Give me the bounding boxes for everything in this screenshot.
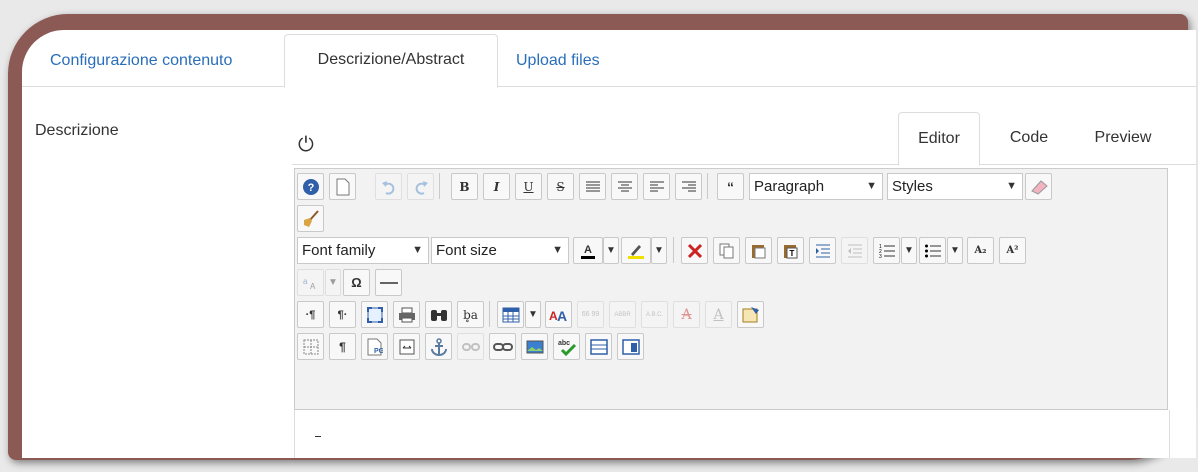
toolbar-separator xyxy=(673,237,674,263)
help-icon[interactable]: ? xyxy=(297,173,324,200)
align-right-icon[interactable] xyxy=(675,173,702,200)
table-dropdown[interactable]: ▼ xyxy=(525,301,541,328)
styles-select[interactable]: Styles ▼ xyxy=(887,173,1023,200)
strikethrough-button[interactable]: S xyxy=(547,173,574,200)
superscript-button[interactable]: A² xyxy=(999,237,1026,264)
svg-text:abc: abc xyxy=(558,340,570,347)
text-caret xyxy=(315,436,321,437)
print-icon[interactable] xyxy=(393,301,420,328)
indent-icon[interactable] xyxy=(809,237,836,264)
numbered-list-icon[interactable]: 123 xyxy=(873,237,900,264)
svg-text:A: A xyxy=(584,244,592,256)
replace-button[interactable]: b̥a xyxy=(457,301,484,328)
editor-content-area[interactable] xyxy=(294,410,1170,458)
bullet-list-dropdown[interactable]: ▼ xyxy=(947,237,963,264)
font-family-select[interactable]: Font family ▼ xyxy=(297,237,429,264)
toolbar-separator xyxy=(707,173,708,199)
field-label-descrizione: Descrizione xyxy=(35,122,119,139)
format-select[interactable]: Paragraph ▼ xyxy=(749,173,883,200)
font-size-select[interactable]: Font size ▼ xyxy=(431,237,569,264)
layout-icon[interactable] xyxy=(585,333,612,360)
bold-button[interactable]: B xyxy=(451,173,478,200)
toolbar-separator xyxy=(489,301,490,327)
character-map-icon[interactable]: aA xyxy=(297,269,324,296)
editor-toolbar: ? B I U S “ Paragraph ▼ Styles ▼ Font fami… xyxy=(294,168,1168,410)
numbered-list-dropdown[interactable]: ▼ xyxy=(901,237,917,264)
text-color-icon[interactable]: A xyxy=(573,237,603,264)
svg-text:PG: PG xyxy=(374,348,383,355)
tab-configurazione[interactable]: Configurazione contenuto xyxy=(50,36,232,86)
rtl-icon[interactable]: ¶· xyxy=(329,301,356,328)
paste-text-icon[interactable]: T xyxy=(777,237,804,264)
abbr-button[interactable]: ABBR xyxy=(609,301,636,328)
align-left-icon[interactable] xyxy=(643,173,670,200)
ltr-icon[interactable]: ·¶ xyxy=(297,301,324,328)
eraser-icon[interactable] xyxy=(1025,173,1052,200)
tab-bar: Configurazione contenuto Descrizione/Abs… xyxy=(22,30,1196,88)
svg-text:?: ? xyxy=(307,182,314,194)
search-icon[interactable] xyxy=(425,301,452,328)
fullscreen-icon[interactable] xyxy=(361,301,388,328)
ins-button[interactable]: A xyxy=(705,301,732,328)
power-icon[interactable]: ⏻ xyxy=(298,134,314,157)
redo-icon[interactable] xyxy=(407,173,434,200)
acronym-button[interactable]: A.B.C. xyxy=(641,301,668,328)
svg-text:A: A xyxy=(557,308,567,323)
align-center-icon[interactable] xyxy=(611,173,638,200)
del-button[interactable]: A xyxy=(673,301,700,328)
outdent-icon[interactable] xyxy=(841,237,868,264)
italic-button[interactable]: I xyxy=(483,173,510,200)
subscript-button[interactable]: A₂ xyxy=(967,237,994,264)
svg-text:T: T xyxy=(789,249,794,258)
new-document-icon[interactable] xyxy=(329,173,356,200)
unlink-icon[interactable] xyxy=(457,333,484,360)
preview-icon[interactable] xyxy=(617,333,644,360)
link-icon[interactable] xyxy=(489,333,516,360)
style-props-icon[interactable]: AA xyxy=(545,301,572,328)
cut-icon[interactable] xyxy=(681,237,708,264)
attributes-icon[interactable] xyxy=(737,301,764,328)
blockquote-button[interactable]: “ xyxy=(717,173,744,200)
content-panel: Configurazione contenuto Descrizione/Abs… xyxy=(22,30,1196,458)
spellcheck-icon[interactable]: abc xyxy=(553,333,580,360)
broom-icon[interactable] xyxy=(297,205,324,232)
anchor-icon[interactable] xyxy=(425,333,452,360)
image-icon[interactable] xyxy=(521,333,548,360)
editor-mode-tabs: Editor Code Preview xyxy=(292,112,1196,166)
bullet-list-icon[interactable] xyxy=(919,237,946,264)
tab-preview[interactable]: Preview xyxy=(1078,112,1168,164)
show-blocks-button[interactable]: ¶ xyxy=(329,333,356,360)
svg-text:A: A xyxy=(310,282,316,290)
tab-editor[interactable]: Editor xyxy=(898,112,980,166)
special-characters-button[interactable]: Ω xyxy=(343,269,370,296)
highlight-color-dropdown[interactable]: ▼ xyxy=(651,237,667,264)
tab-code[interactable]: Code xyxy=(992,112,1066,164)
align-justify-icon[interactable] xyxy=(579,173,606,200)
template-icon[interactable]: PG xyxy=(361,333,388,360)
paste-icon[interactable] xyxy=(745,237,772,264)
svg-text:3: 3 xyxy=(879,254,882,258)
horizontal-rule-icon[interactable] xyxy=(375,269,402,296)
underline-button[interactable]: U xyxy=(515,173,542,200)
tab-upload-files[interactable]: Upload files xyxy=(516,36,600,86)
highlight-color-icon[interactable] xyxy=(621,237,651,264)
character-map-dropdown[interactable]: ▼ xyxy=(325,269,341,296)
svg-text:a: a xyxy=(303,277,308,286)
page-break-icon[interactable] xyxy=(393,333,420,360)
tab-descrizione[interactable]: Descrizione/Abstract xyxy=(284,34,498,88)
table-icon[interactable] xyxy=(497,301,524,328)
undo-icon[interactable] xyxy=(375,173,402,200)
copy-icon[interactable] xyxy=(713,237,740,264)
cite-button[interactable]: 66 99 xyxy=(577,301,604,328)
visual-aid-icon[interactable] xyxy=(297,333,324,360)
text-color-dropdown[interactable]: ▼ xyxy=(603,237,619,264)
toolbar-separator xyxy=(439,173,440,199)
